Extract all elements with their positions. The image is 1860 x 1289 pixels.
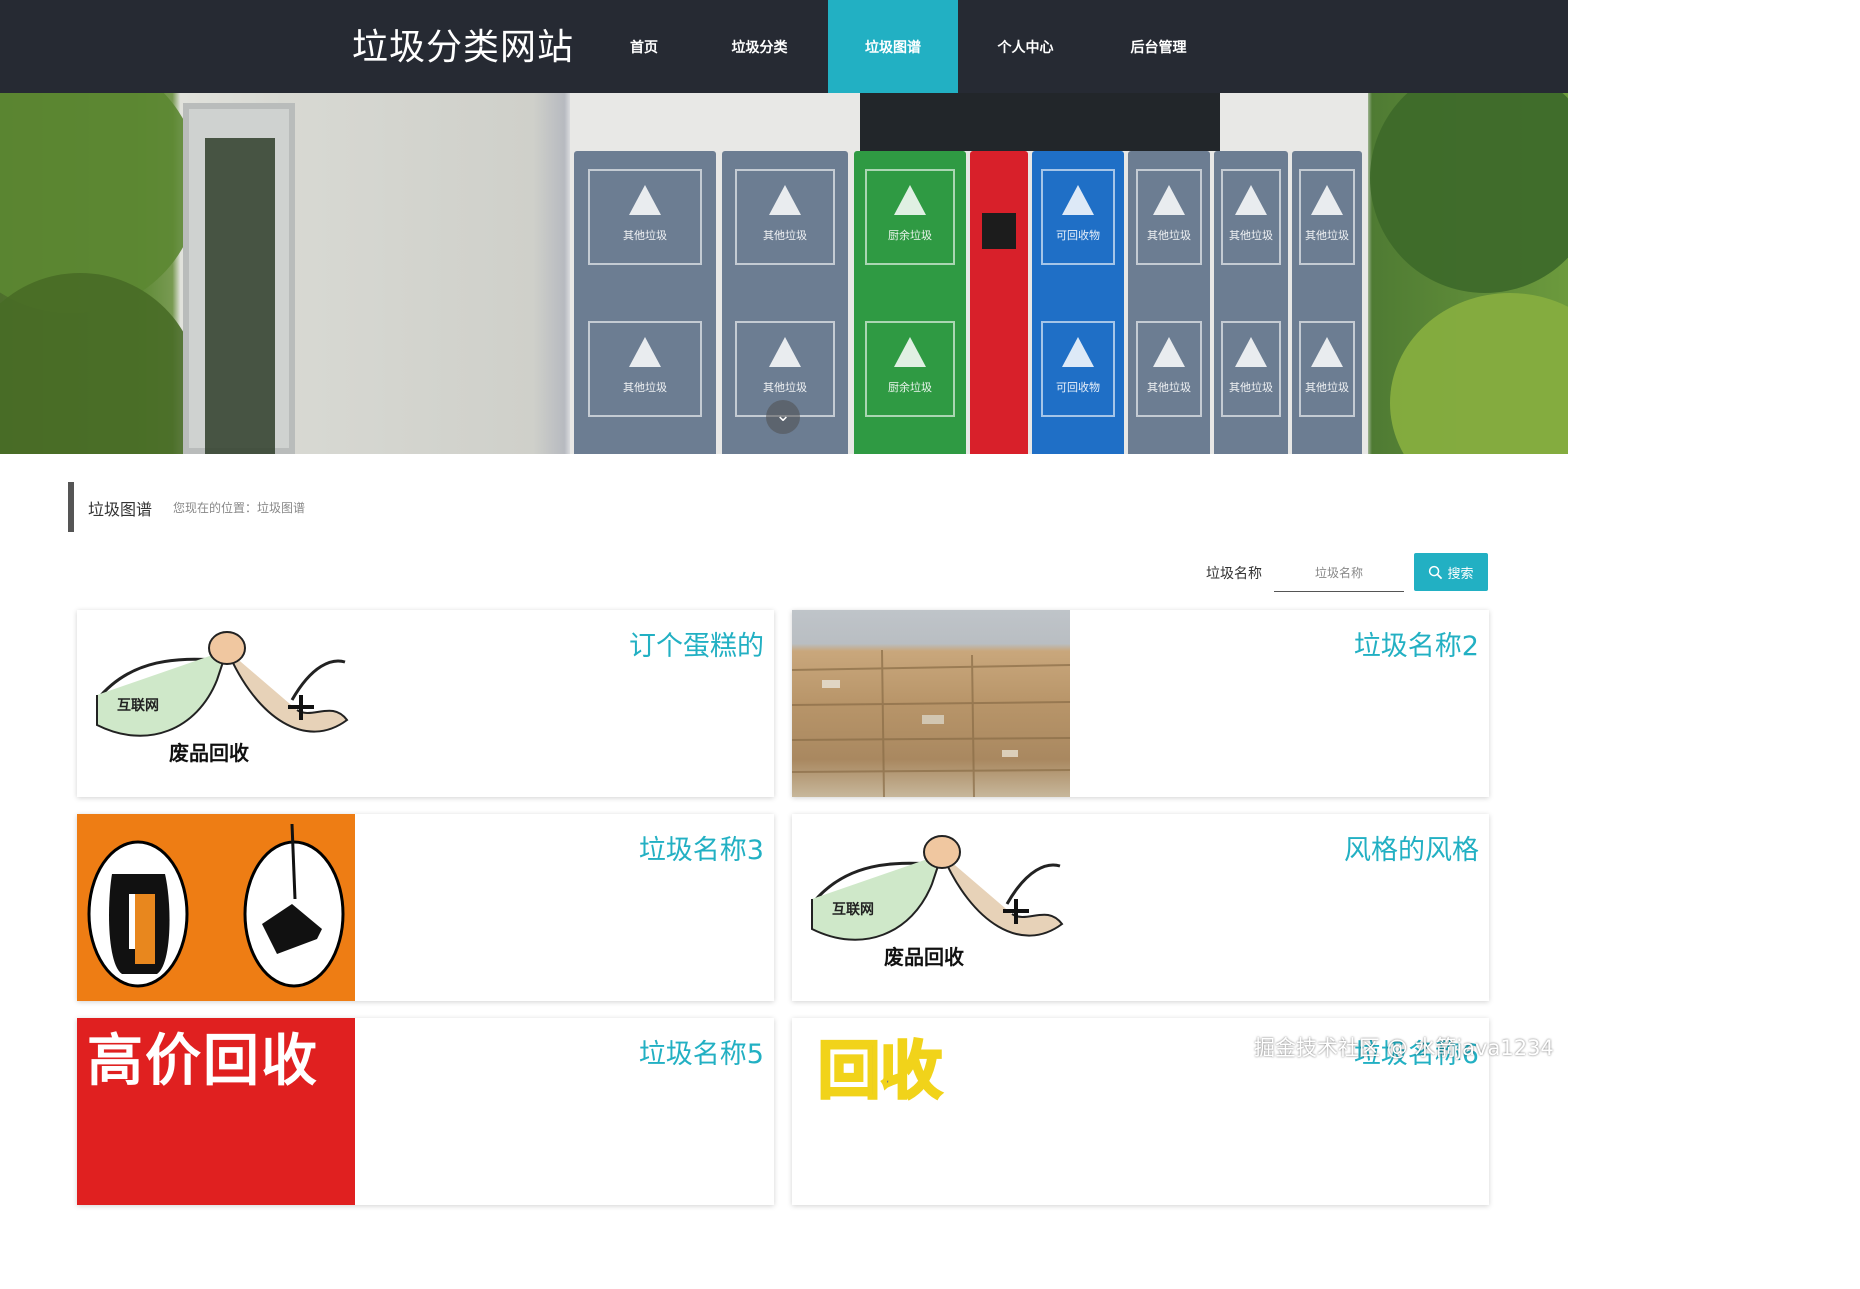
item-image: [77, 814, 355, 1001]
item-card[interactable]: 互联网 废品回收 风格的风格: [792, 814, 1489, 1001]
nav-item-atlas[interactable]: 垃圾图谱: [828, 0, 958, 93]
nav-item-home[interactable]: 首页: [597, 0, 691, 93]
item-name[interactable]: 风格的风格: [1344, 828, 1479, 867]
main-nav: 首页 垃圾分类 垃圾图谱 个人中心 后台管理: [597, 0, 1224, 93]
bin-panel: 其他垃圾 其他垃圾: [574, 151, 716, 454]
search-icon: [1429, 565, 1443, 579]
watermark: 掘金技术社区 @ 水箭java1234: [1254, 1036, 1554, 1060]
item-card[interactable]: 垃圾名称2: [792, 610, 1489, 797]
led-display: [860, 93, 1220, 151]
svg-text:互联网: 互联网: [832, 902, 874, 918]
bin-panel: 其他垃圾 其他垃圾: [1292, 151, 1362, 454]
item-image: 高价回收: [77, 1018, 355, 1205]
item-name[interactable]: 订个蛋糕的: [629, 624, 764, 663]
recycling-logo-image: 互联网 废品回收: [810, 835, 1064, 969]
svg-text:互联网: 互联网: [117, 698, 159, 714]
item-name[interactable]: 垃圾名称3: [639, 828, 764, 867]
cardboard-bales-image: [792, 649, 1070, 797]
bin-panel: 可回收物 可回收物: [1032, 151, 1124, 454]
page-title: 垃圾图谱: [88, 500, 153, 519]
item-image: 互联网 废品回收: [77, 610, 355, 797]
item-image: 回收: [792, 1018, 1070, 1205]
bin-panel: 其他垃圾 其他垃圾: [1214, 151, 1288, 454]
nav-item-profile[interactable]: 个人中心: [958, 0, 1093, 93]
item-image: 互联网 废品回收: [792, 814, 1070, 1001]
top-navbar: 垃圾分类网站 首页 垃圾分类 垃圾图谱 个人中心 后台管理: [0, 0, 1568, 93]
search-input[interactable]: [1274, 554, 1404, 592]
item-name[interactable]: 垃圾名称5: [639, 1032, 764, 1071]
nav-item-admin[interactable]: 后台管理: [1093, 0, 1224, 93]
item-name[interactable]: 垃圾名称2: [1354, 624, 1479, 663]
breadcrumb-accent-bar: [68, 482, 74, 532]
bin-panel: 其他垃圾 其他垃圾: [1128, 151, 1210, 454]
kiosk-door-glass: [205, 138, 275, 454]
chevron-down-icon[interactable]: ⌄: [766, 400, 800, 434]
bin-panel: 厨余垃圾 厨余垃圾: [854, 151, 966, 454]
nav-item-classification[interactable]: 垃圾分类: [691, 0, 828, 93]
item-card[interactable]: 互联网 废品回收 订个蛋糕的: [77, 610, 774, 797]
clothes-shoes-image: [87, 823, 345, 988]
item-card[interactable]: 垃圾名称3: [77, 814, 774, 1001]
bin-panel: [970, 151, 1028, 454]
search-button[interactable]: 搜索: [1414, 553, 1488, 591]
item-card[interactable]: 高价回收 垃圾名称5: [77, 1018, 774, 1205]
search-button-label: 搜索: [1447, 566, 1474, 582]
search-label: 垃圾名称: [1206, 566, 1262, 582]
site-title[interactable]: 垃圾分类网站: [352, 18, 574, 70]
svg-text:废品回收: 废品回收: [884, 945, 964, 969]
item-image: [792, 610, 1070, 797]
svg-text:废品回收: 废品回收: [169, 741, 249, 765]
recycling-logo-image: 互联网 废品回收: [95, 631, 349, 765]
hero-banner: 其他垃圾 其他垃圾 其他垃圾 其他垃圾 厨余垃圾 厨余垃圾 可回收物 可回收物 …: [0, 93, 1568, 454]
breadcrumb: 您现在的位置：垃圾图谱: [173, 501, 306, 515]
